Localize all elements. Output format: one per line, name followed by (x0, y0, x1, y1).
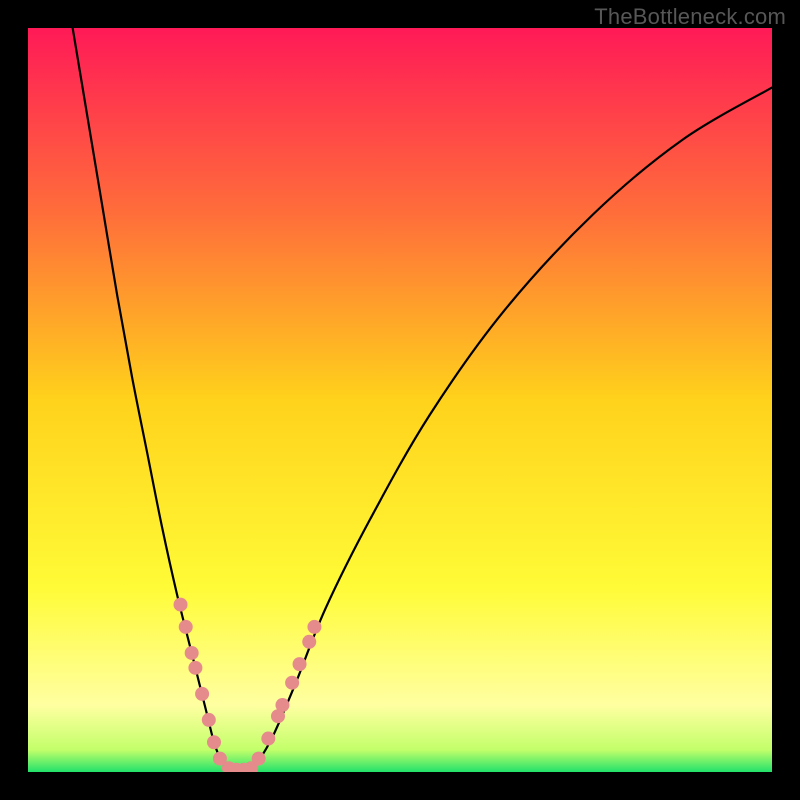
marker-dot (207, 735, 221, 749)
gradient-background (28, 28, 772, 772)
marker-dot (302, 635, 316, 649)
marker-dot (252, 752, 266, 766)
bottleneck-curve-chart (28, 28, 772, 772)
watermark-text: TheBottleneck.com (594, 4, 786, 30)
marker-dot (188, 661, 202, 675)
marker-dot (179, 620, 193, 634)
chart-frame (28, 28, 772, 772)
marker-dot (293, 657, 307, 671)
marker-dot (285, 676, 299, 690)
marker-dot (307, 620, 321, 634)
marker-dot (202, 713, 216, 727)
marker-dot (174, 598, 188, 612)
marker-dot (195, 687, 209, 701)
marker-dot (261, 732, 275, 746)
marker-dot (185, 646, 199, 660)
marker-dot (275, 698, 289, 712)
